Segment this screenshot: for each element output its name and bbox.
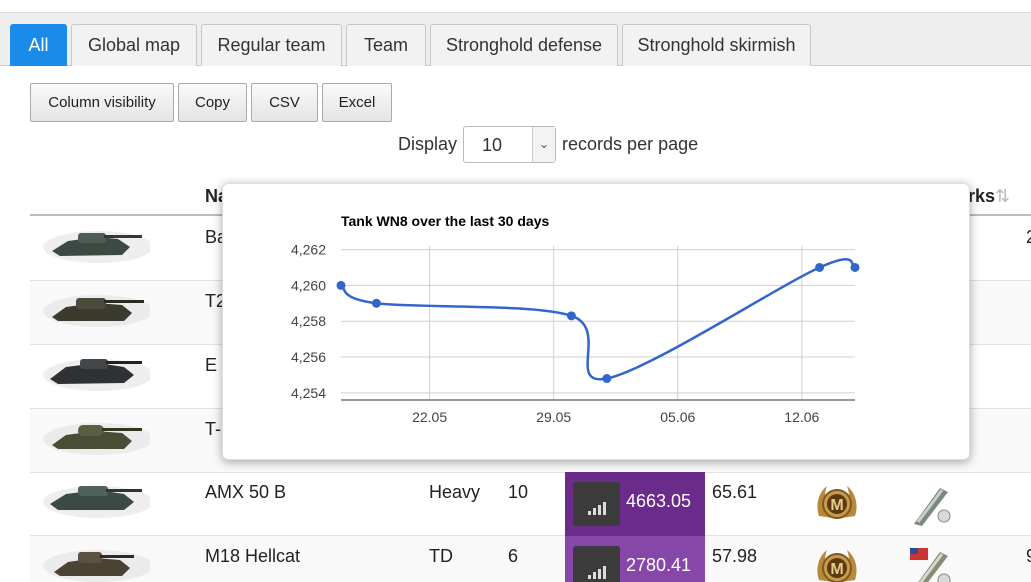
column-visibility-button[interactable]: Column visibility <box>30 83 174 122</box>
tank-image <box>43 359 150 391</box>
tab-all[interactable]: All <box>10 24 67 66</box>
records-per-page-label: records per page <box>562 133 699 154</box>
win-rate: 65.61 <box>712 482 758 502</box>
chevron-down-icon: ⌄ <box>532 126 556 162</box>
records-per-page-value: 10 <box>482 134 503 155</box>
wn8-cell: 4663.05 <box>565 472 705 536</box>
sort-icon: ⇅ <box>995 186 1011 206</box>
data-point <box>602 374 612 384</box>
svg-text:M: M <box>830 561 843 578</box>
tank-class: Heavy <box>429 482 481 502</box>
x-tick-label: 12.06 <box>784 409 819 425</box>
mastery-badge-icon: M <box>817 486 857 519</box>
tank-tier: 10 <box>508 482 529 502</box>
x-tick-label: 29.05 <box>536 409 571 425</box>
tank-image <box>43 231 150 263</box>
row-side-value: 2 <box>1026 227 1031 248</box>
tank-name[interactable]: M18 Hellcat <box>205 546 300 567</box>
y-tick-label: 4,254 <box>291 385 326 401</box>
table-row[interactable]: M18 Hellcat TD 6 2780.41 57.98 M 9 <box>30 536 1031 582</box>
tank-name[interactable]: AMX 50 B <box>205 482 286 503</box>
wn8-line-chart: Tank WN8 over the last 30 days 4,254 4,256… <box>291 213 860 425</box>
series-line <box>340 258 856 381</box>
y-tick-label: 4,258 <box>291 313 326 329</box>
wn8-value: 4663.05 <box>626 491 692 511</box>
column-header-marks-label: rks <box>968 186 996 206</box>
x-tick-label: 22.05 <box>412 409 447 425</box>
wn8-cell: 2780.41 <box>565 536 705 582</box>
y-tick-label: 4,262 <box>291 242 326 258</box>
tank-name[interactable]: E <box>205 355 217 376</box>
records-per-page-select[interactable]: 10 ⌄ <box>463 125 557 163</box>
tab-bar: All Global map Regular team Team Strongh… <box>0 12 1031 66</box>
marks-of-excellence-icon <box>914 488 951 526</box>
csv-button[interactable]: CSV <box>251 83 318 122</box>
tank-name[interactable]: T- <box>205 419 221 440</box>
data-point <box>371 298 381 308</box>
tab-stronghold-defense[interactable]: Stronghold defense <box>430 24 618 66</box>
tank-image <box>43 423 150 455</box>
win-rate: 57.98 <box>712 546 758 566</box>
svg-text:M: M <box>830 497 843 514</box>
y-tick-label: 4,256 <box>291 349 326 365</box>
data-point <box>850 262 860 272</box>
tab-stronghold-skirmish[interactable]: Stronghold skirmish <box>622 24 811 66</box>
chart-icon[interactable] <box>573 546 620 582</box>
marks-of-excellence-icon <box>910 548 951 582</box>
x-tick-label: 05.06 <box>660 409 695 425</box>
tab-global-map[interactable]: Global map <box>71 24 197 66</box>
chart-title: Tank WN8 over the last 30 days <box>341 213 549 229</box>
page-length-control: Display 10 ⌄ records per page <box>398 125 699 163</box>
tank-image <box>43 295 150 327</box>
copy-button[interactable]: Copy <box>178 83 247 122</box>
row-side-value: 9 <box>1026 546 1031 567</box>
tank-image <box>43 486 150 518</box>
column-header-marks[interactable]: rks⇅ <box>968 186 1010 207</box>
data-point <box>815 262 825 272</box>
tab-team[interactable]: Team <box>346 24 426 66</box>
tank-image <box>43 550 150 582</box>
wn8-chart-popup: Tank WN8 over the last 30 days 4,254 4,256… <box>222 183 970 460</box>
display-label: Display <box>398 133 458 154</box>
excel-button[interactable]: Excel <box>322 83 392 122</box>
chart-icon[interactable] <box>573 482 620 526</box>
data-point <box>566 311 576 321</box>
table-row[interactable]: AMX 50 B Heavy 10 4663.05 65.61 M <box>30 472 1031 536</box>
tank-class: TD <box>429 546 453 566</box>
data-point <box>336 280 346 290</box>
tank-tier: 6 <box>508 546 519 566</box>
wn8-value: 2780.41 <box>626 555 692 575</box>
mastery-badge-icon: M <box>817 550 857 582</box>
y-tick-label: 4,260 <box>291 277 326 293</box>
tab-regular-team[interactable]: Regular team <box>201 24 342 66</box>
